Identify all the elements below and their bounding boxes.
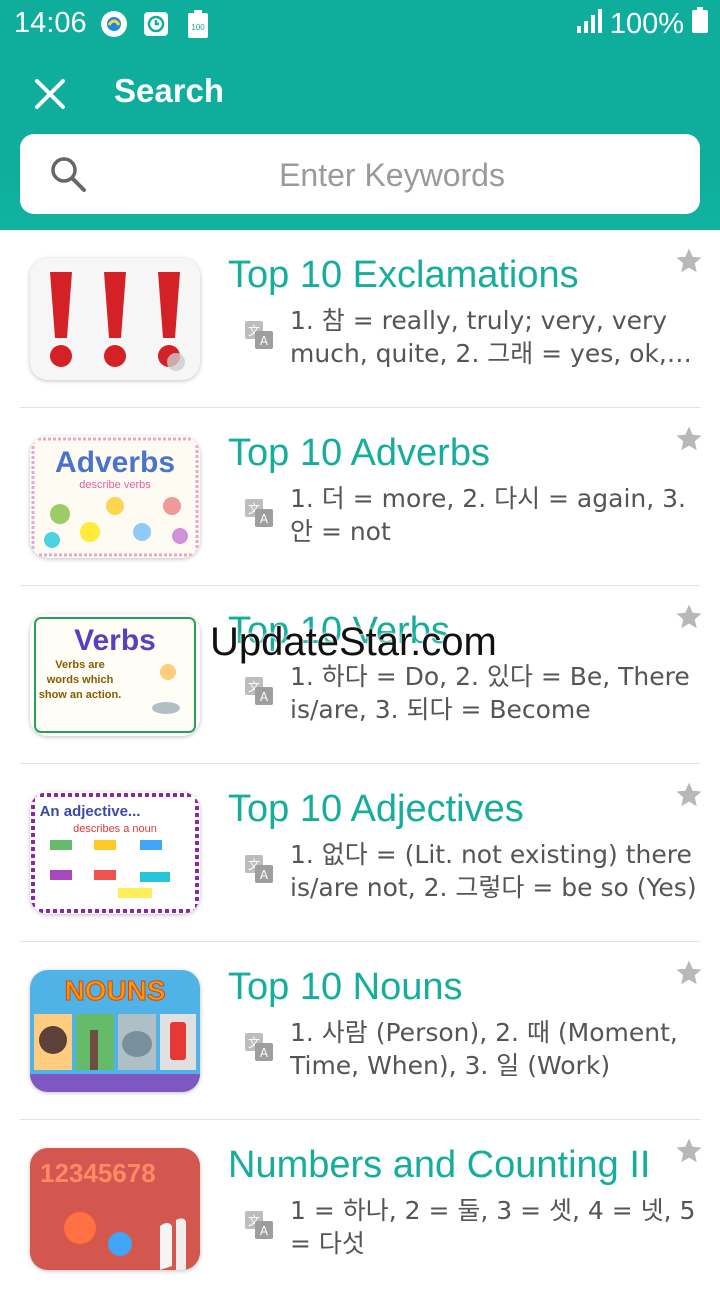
svg-text:A: A: [260, 512, 269, 526]
list-item[interactable]: 12345678 Numbers and Counting II 文A 1 = …: [0, 1120, 720, 1298]
clock-notification-icon: [142, 10, 170, 38]
battery-full-notification-icon: 100: [184, 10, 212, 38]
svg-text:A: A: [260, 1046, 269, 1060]
adjectives-poster-image: An adjective... describes a noun: [30, 792, 200, 914]
lesson-thumbnail: [30, 258, 200, 380]
svg-text:A: A: [260, 334, 269, 348]
lesson-title: Top 10 Adjectives: [228, 788, 524, 830]
lesson-description: 1. 없다 = (Lit. not existing) there is/are…: [290, 840, 697, 902]
list-item[interactable]: Top 10 Exclamations 文A 1. 참 = really, tr…: [0, 230, 720, 408]
adverbs-poster-image: Adverbs describe verbs: [30, 436, 200, 558]
search-icon: [48, 154, 88, 194]
close-icon[interactable]: [30, 74, 70, 114]
page-title: Search: [114, 72, 225, 109]
translate-icon: 文A: [244, 676, 274, 706]
svg-text:describes a noun: describes a noun: [73, 823, 157, 835]
lesson-title: Top 10 Adverbs: [228, 432, 490, 474]
search-input[interactable]: [100, 144, 684, 206]
lesson-description: 1 = 하나, 2 = 둘, 3 = 셋, 4 = 넷, 5 = 다섯: [290, 1196, 696, 1258]
list-item[interactable]: An adjective... describes a noun Top 10 …: [0, 764, 720, 942]
translate-icon: 文A: [244, 498, 274, 528]
svg-text:A: A: [260, 868, 269, 882]
watermark: UpdateStar.com: [210, 620, 497, 664]
nouns-poster-image: NOUNS: [30, 970, 200, 1092]
star-icon[interactable]: [674, 1136, 704, 1166]
lesson-list: Top 10 Exclamations 文A 1. 참 = really, tr…: [0, 230, 720, 1298]
lesson-thumbnail: 12345678: [30, 1148, 200, 1270]
star-icon[interactable]: [674, 780, 704, 810]
svg-text:NOUNS: NOUNS: [64, 975, 165, 1006]
status-bar: 14:06 100 100%: [0, 0, 720, 48]
numbers-photo-image: 12345678: [30, 1148, 200, 1270]
lesson-title: Numbers and Counting II: [228, 1144, 651, 1186]
status-right: 100%: [576, 7, 708, 41]
list-item[interactable]: Adverbs describe verbs Top 10 Adverbs 文A…: [0, 408, 720, 586]
list-item[interactable]: Verbs Verbs are words which show an acti…: [0, 586, 720, 764]
star-icon[interactable]: [674, 424, 704, 454]
star-icon[interactable]: [674, 958, 704, 988]
translate-icon: 文A: [244, 854, 274, 884]
app-bar: Search: [0, 48, 720, 230]
translate-icon: 文A: [244, 1032, 274, 1062]
battery-percentage: 100%: [609, 7, 684, 40]
status-time: 14:06: [14, 7, 87, 39]
svg-text:Verbs: Verbs: [74, 624, 156, 657]
lesson-description: 1. 참 = really, truly; very, very much, q…: [290, 306, 668, 368]
star-icon[interactable]: [674, 246, 704, 276]
lesson-description: 1. 하다 = Do, 2. 있다 = Be, There is/are, 3.…: [290, 662, 690, 724]
svg-text:A: A: [260, 1224, 269, 1238]
svg-text:Adverbs: Adverbs: [55, 446, 175, 479]
svg-text:describe verbs: describe verbs: [79, 479, 151, 491]
notification-icons: 100: [100, 10, 212, 38]
lesson-description: 1. 더 = more, 2. 다시 = again, 3. 안 = not: [290, 484, 686, 546]
app-notification-icon: [100, 10, 128, 38]
signal-icon: [576, 8, 602, 41]
translate-icon: 文A: [244, 1210, 274, 1240]
lesson-thumbnail: NOUNS: [30, 970, 200, 1092]
lesson-thumbnail: Adverbs describe verbs: [30, 436, 200, 558]
battery-icon: [692, 7, 708, 41]
exclamation-marks-image: [30, 258, 200, 380]
svg-text:A: A: [260, 690, 269, 704]
list-item[interactable]: NOUNS Top 10 Nouns 文A 1. 사람 (Person), 2.…: [0, 942, 720, 1120]
lesson-title: Top 10 Nouns: [228, 966, 463, 1008]
lesson-thumbnail: Verbs Verbs are words which show an acti…: [30, 614, 200, 736]
svg-text:12345678: 12345678: [40, 1158, 156, 1188]
verbs-poster-image: Verbs Verbs are words which show an acti…: [30, 614, 200, 736]
translate-icon: 文A: [244, 320, 274, 350]
search-box[interactable]: [20, 134, 700, 214]
svg-text:An adjective...: An adjective...: [40, 803, 141, 820]
star-icon[interactable]: [674, 602, 704, 632]
svg-text:100: 100: [191, 23, 205, 32]
lesson-thumbnail: An adjective... describes a noun: [30, 792, 200, 914]
lesson-title: Top 10 Exclamations: [228, 254, 579, 296]
lesson-description: 1. 사람 (Person), 2. 때 (Moment, Time, When…: [290, 1018, 678, 1080]
